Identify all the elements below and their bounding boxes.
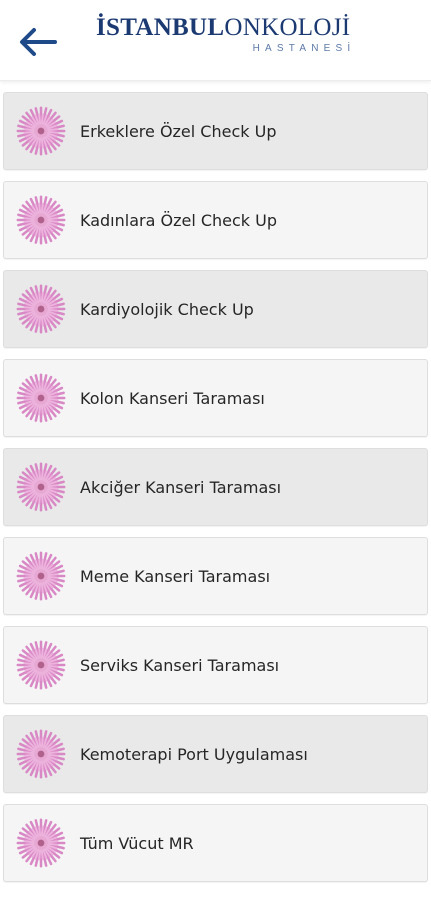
menu-item[interactable]: Tüm Vücut MR [3, 804, 428, 882]
menu-item-label: Akciğer Kanseri Taraması [80, 477, 282, 497]
menu-item[interactable]: Kardiyolojik Check Up [3, 270, 428, 348]
back-button[interactable] [14, 22, 62, 62]
menu-item-label: Kolon Kanseri Taraması [80, 388, 265, 408]
menu-item-label: Tüm Vücut MR [80, 833, 194, 853]
flower-icon [16, 106, 66, 156]
menu-item[interactable]: Kadınlara Özel Check Up [3, 181, 428, 259]
menu-item[interactable]: Erkeklere Özel Check Up [3, 92, 428, 170]
menu-item-label: Kemoterapi Port Uygulaması [80, 744, 308, 764]
menu-item-label: Meme Kanseri Taraması [80, 566, 271, 586]
flower-icon [16, 551, 66, 601]
app-header: İSTANBULONKOLOJİ HASTANESİ [0, 0, 431, 81]
menu-item-label: Kardiyolojik Check Up [80, 299, 254, 319]
logo-title-bold: İSTANBUL [96, 14, 225, 41]
logo-title: İSTANBULONKOLOJİ [96, 14, 350, 42]
menu-item[interactable]: Akciğer Kanseri Taraması [3, 448, 428, 526]
menu-item[interactable]: Kolon Kanseri Taraması [3, 359, 428, 437]
flower-icon [16, 195, 66, 245]
menu-item-label: Serviks Kanseri Taraması [80, 655, 280, 675]
menu-item-label: Kadınlara Özel Check Up [80, 210, 278, 230]
hospital-logo: İSTANBULONKOLOJİ HASTANESİ [96, 14, 350, 55]
flower-icon [16, 729, 66, 779]
flower-icon [16, 373, 66, 423]
menu-item[interactable]: Kemoterapi Port Uygulaması [3, 715, 428, 793]
flower-icon [16, 284, 66, 334]
logo-title-regular: ONKOLOJİ [224, 14, 351, 41]
menu-item[interactable]: Meme Kanseri Taraması [3, 537, 428, 615]
menu-item[interactable]: Serviks Kanseri Taraması [3, 626, 428, 704]
arrow-left-icon [20, 28, 57, 56]
menu-list: Erkeklere Özel Check Up Kadınlara Özel Ch… [0, 81, 431, 882]
flower-icon [16, 462, 66, 512]
flower-icon [16, 818, 66, 868]
menu-item-label: Erkeklere Özel Check Up [80, 121, 277, 141]
flower-icon [16, 640, 66, 690]
logo-subtitle: HASTANESİ [252, 43, 356, 54]
